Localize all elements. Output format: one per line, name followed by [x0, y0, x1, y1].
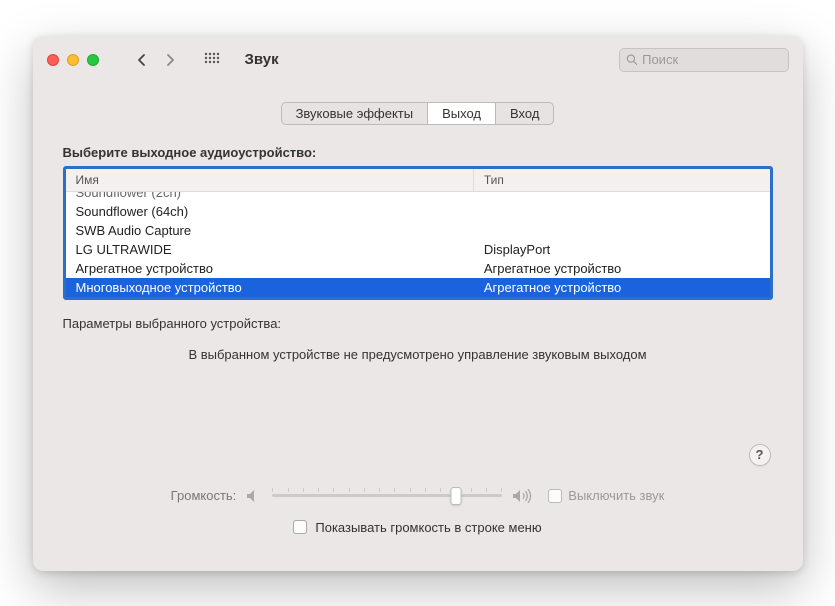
search-input[interactable] — [642, 52, 781, 67]
bottom-controls: Громкость: Выключить звук — [63, 486, 773, 553]
help-button[interactable]: ? — [749, 444, 771, 466]
params-label: Параметры выбранного устройства: — [63, 316, 773, 331]
device-type: Агрегатное устройство — [474, 278, 770, 297]
grid-icon — [204, 52, 220, 68]
device-type — [474, 192, 770, 202]
minimize-button[interactable] — [67, 54, 79, 66]
zoom-button[interactable] — [87, 54, 99, 66]
device-name: Многовыходное устройство — [66, 278, 474, 297]
volume-slider[interactable] — [272, 486, 502, 506]
menubar-checkbox[interactable]: Показывать громкость в строке меню — [293, 520, 541, 535]
back-button[interactable] — [129, 48, 155, 72]
chevron-right-icon — [165, 53, 175, 67]
device-list[interactable]: Имя Тип Soundflower (2ch) Soundflower (6… — [63, 166, 773, 300]
checkbox-icon — [293, 520, 307, 534]
col-header-type[interactable]: Тип — [474, 169, 770, 191]
col-header-name[interactable]: Имя — [66, 169, 474, 191]
choose-device-label: Выберите выходное аудиоустройство: — [63, 145, 773, 160]
volume-row: Громкость: Выключить звук — [63, 486, 773, 506]
page-title: Звук — [245, 51, 279, 68]
forward-button[interactable] — [157, 48, 183, 72]
toolbar: Звук — [33, 36, 803, 84]
slider-ticks — [272, 488, 502, 492]
search-icon — [626, 53, 638, 66]
device-type — [474, 202, 770, 221]
speaker-low-icon — [246, 489, 262, 503]
tab-output[interactable]: Выход — [428, 103, 496, 124]
checkbox-icon — [548, 489, 562, 503]
sound-prefs-window: Звук Звуковые эффекты Выход Вход Выберит… — [33, 36, 803, 571]
window-controls — [47, 54, 99, 66]
list-item[interactable]: Агрегатное устройство Агрегатное устройс… — [66, 259, 770, 278]
list-item[interactable]: Soundflower (2ch) — [66, 192, 770, 202]
tab-input[interactable]: Вход — [496, 103, 553, 124]
slider-track — [272, 494, 502, 497]
device-name: Soundflower (64ch) — [66, 202, 474, 221]
device-name: Soundflower (2ch) — [66, 192, 474, 202]
mute-label: Выключить звук — [568, 488, 664, 503]
list-body: Soundflower (2ch) Soundflower (64ch) SWB… — [66, 192, 770, 297]
content: Звуковые эффекты Выход Вход Выберите вых… — [33, 84, 803, 571]
device-name: LG ULTRAWIDE — [66, 240, 474, 259]
params-message: В выбранном устройстве не предусмотрено … — [63, 347, 773, 362]
chevron-left-icon — [137, 53, 147, 67]
slider-thumb[interactable] — [451, 487, 462, 505]
mute-checkbox[interactable]: Выключить звук — [548, 488, 664, 503]
volume-label: Громкость: — [171, 488, 237, 503]
list-header: Имя Тип — [66, 169, 770, 192]
list-item[interactable]: SWB Audio Capture — [66, 221, 770, 240]
device-type — [474, 221, 770, 240]
device-type: Агрегатное устройство — [474, 259, 770, 278]
list-item[interactable]: Многовыходное устройство Агрегатное устр… — [66, 278, 770, 297]
device-type: DisplayPort — [474, 240, 770, 259]
device-name: SWB Audio Capture — [66, 221, 474, 240]
menubar-label: Показывать громкость в строке меню — [315, 520, 541, 535]
close-button[interactable] — [47, 54, 59, 66]
tab-sound-effects[interactable]: Звуковые эффекты — [282, 103, 429, 124]
speaker-high-icon — [512, 489, 532, 503]
list-item[interactable]: Soundflower (64ch) — [66, 202, 770, 221]
search-field[interactable] — [619, 48, 789, 72]
show-all-button[interactable] — [199, 48, 225, 72]
list-item[interactable]: LG ULTRAWIDE DisplayPort — [66, 240, 770, 259]
tab-bar: Звуковые эффекты Выход Вход — [281, 102, 555, 125]
device-name: Агрегатное устройство — [66, 259, 474, 278]
nav-buttons — [129, 48, 183, 72]
